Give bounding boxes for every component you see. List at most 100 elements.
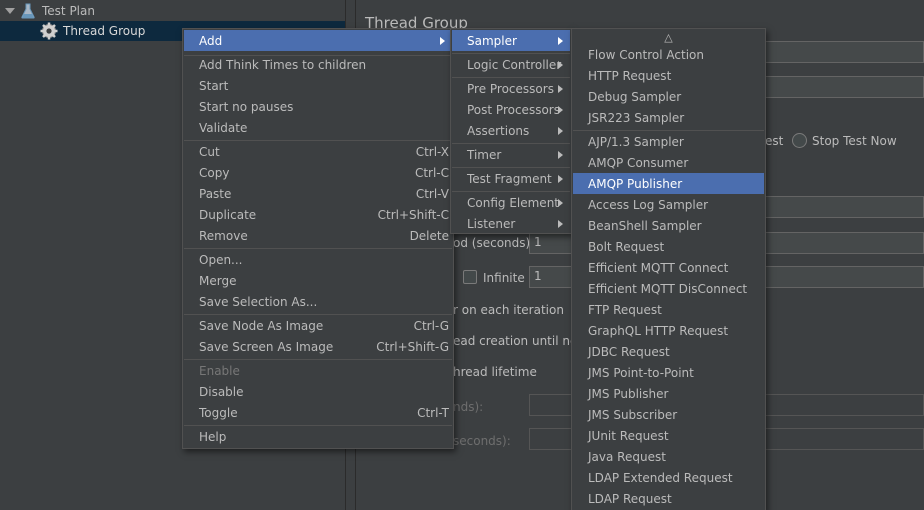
sampler-item-jms-subscriber[interactable]: JMS Subscriber: [573, 404, 764, 425]
shortcut-label: Delete: [409, 228, 449, 243]
menu-item-label: AMQP Publisher: [588, 176, 683, 191]
menu-item-label: LDAP Extended Request: [588, 470, 733, 485]
sampler-item-access-log-sampler[interactable]: Access Log Sampler: [573, 194, 764, 215]
menu-item-paste[interactable]: Paste Ctrl-V: [184, 183, 452, 204]
menu-item-merge[interactable]: Merge: [184, 270, 452, 291]
menu-item-add[interactable]: Add: [184, 30, 452, 51]
menu-item-label: JSR223 Sampler: [588, 110, 685, 125]
sampler-item-jsr223-sampler[interactable]: JSR223 Sampler: [573, 107, 764, 128]
menu-item-label: Efficient MQTT DisConnect: [588, 281, 748, 296]
submenu-arrow-icon: [440, 36, 445, 45]
menu-item-label: LDAP Request: [588, 491, 672, 506]
menu-item-label: Assertions: [467, 123, 530, 138]
menu-item-label: Start: [199, 78, 229, 93]
sampler-item-jdbc-request[interactable]: JDBC Request: [573, 341, 764, 362]
sampler-item-ldap-request[interactable]: LDAP Request: [573, 488, 764, 509]
submenu-arrow-icon: [558, 150, 563, 159]
menu-item-cut[interactable]: Cut Ctrl-X: [184, 141, 452, 162]
tree-label-test-plan: Test Plan: [42, 4, 95, 18]
infinite-label: Infinite: [483, 271, 525, 285]
menu-item-label: GraphQL HTTP Request: [588, 323, 729, 338]
menu-item-save-selection[interactable]: Save Selection As...: [184, 291, 452, 312]
sampler-item-ftp-request[interactable]: FTP Request: [573, 299, 764, 320]
menu-item-label: Save Selection As...: [199, 294, 318, 309]
menu-item-label: Disable: [199, 384, 244, 399]
menu-item-help[interactable]: Help: [184, 426, 452, 447]
stop-test-radio-label: est: [765, 134, 784, 148]
sampler-item-graphql-http-request[interactable]: GraphQL HTTP Request: [573, 320, 764, 341]
menu-item-label: Start no pauses: [199, 99, 294, 114]
sampler-item-ldap-extended-request[interactable]: LDAP Extended Request: [573, 467, 764, 488]
tree-node-test-plan[interactable]: Test Plan: [0, 1, 345, 21]
submenu-arrow-icon: [558, 105, 563, 114]
menu-item-label: JMS Point-to-Point: [588, 365, 694, 380]
shortcut-label: Ctrl-G: [413, 318, 449, 333]
sampler-item-amqp-consumer[interactable]: AMQP Consumer: [573, 152, 764, 173]
menu-item-label: JMS Publisher: [588, 386, 669, 401]
menu-item-start[interactable]: Start: [184, 75, 452, 96]
sampler-item-ajp-sampler[interactable]: AJP/1.3 Sampler: [573, 131, 764, 152]
menu-item-label: Open...: [199, 252, 243, 267]
submenu-item-config-element[interactable]: Config Element: [452, 192, 570, 213]
shortcut-label: Ctrl+Shift-G: [376, 339, 449, 354]
menu-item-label: Duplicate: [199, 207, 257, 222]
sampler-item-bolt-request[interactable]: Bolt Request: [573, 236, 764, 257]
menu-item-remove[interactable]: Remove Delete: [184, 225, 452, 246]
sampler-item-http-request[interactable]: HTTP Request: [573, 65, 764, 86]
sampler-item-jms-publisher[interactable]: JMS Publisher: [573, 383, 764, 404]
menu-item-save-screen-image[interactable]: Save Screen As Image Ctrl+Shift-G: [184, 336, 452, 357]
menu-item-save-node-image[interactable]: Save Node As Image Ctrl-G: [184, 315, 452, 336]
menu-item-copy[interactable]: Copy Ctrl-C: [184, 162, 452, 183]
sampler-item-amqp-publisher[interactable]: AMQP Publisher: [573, 173, 764, 194]
context-menu: Add Add Think Times to children Start St…: [182, 28, 454, 449]
sampler-item-jms-point-to-point[interactable]: JMS Point-to-Point: [573, 362, 764, 383]
ramp-up-label: od (seconds):: [453, 236, 535, 250]
menu-item-validate[interactable]: Validate: [184, 117, 452, 138]
submenu-arrow-icon: [558, 36, 563, 45]
shortcut-label: Ctrl-C: [414, 165, 449, 180]
submenu-item-assertions[interactable]: Assertions: [452, 120, 570, 141]
submenu-item-test-fragment[interactable]: Test Fragment: [452, 168, 570, 189]
expand-arrow-icon[interactable]: [5, 8, 15, 14]
menu-item-open[interactable]: Open...: [184, 249, 452, 270]
submenu-item-timer[interactable]: Timer: [452, 144, 570, 165]
sampler-item-efficient-mqtt-connect[interactable]: Efficient MQTT Connect: [573, 257, 764, 278]
flask-icon: [21, 3, 35, 19]
sampler-item-flow-control-action[interactable]: Flow Control Action: [573, 44, 764, 65]
menu-item-label: Remove: [199, 228, 248, 243]
scroll-up-glyph: △: [664, 30, 673, 44]
shortcut-label: Ctrl-V: [415, 186, 449, 201]
startup-delay-label: seconds):: [453, 434, 511, 448]
menu-item-label: Logic Controller: [467, 57, 562, 72]
menu-item-label: Timer: [467, 147, 502, 162]
submenu-item-pre-processors[interactable]: Pre Processors: [452, 78, 570, 99]
scroll-up-arrow-icon[interactable]: △: [573, 29, 764, 45]
menu-item-duplicate[interactable]: Duplicate Ctrl+Shift-C: [184, 204, 452, 225]
submenu-item-logic-controller[interactable]: Logic Controller: [452, 54, 570, 75]
menu-item-enable: Enable: [184, 360, 452, 381]
sampler-item-beanshell-sampler[interactable]: BeanShell Sampler: [573, 215, 764, 236]
menu-item-disable[interactable]: Disable: [184, 381, 452, 402]
sampler-item-junit-request[interactable]: JUnit Request: [573, 425, 764, 446]
menu-item-toggle[interactable]: Toggle Ctrl-T: [184, 402, 452, 423]
menu-item-label: Listener: [467, 216, 516, 231]
menu-item-label: JDBC Request: [588, 344, 670, 359]
submenu-item-sampler[interactable]: Sampler: [452, 30, 570, 51]
menu-item-label: Save Screen As Image: [199, 339, 334, 354]
submenu-item-listener[interactable]: Listener: [452, 213, 570, 234]
stop-test-now-radio[interactable]: [792, 133, 807, 148]
sampler-item-java-request[interactable]: Java Request: [573, 446, 764, 467]
menu-item-start-no-pauses[interactable]: Start no pauses: [184, 96, 452, 117]
menu-item-label: Flow Control Action: [588, 47, 704, 62]
menu-item-label: Merge: [199, 273, 237, 288]
submenu-item-post-processors[interactable]: Post Processors: [452, 99, 570, 120]
infinite-checkbox[interactable]: [463, 270, 477, 284]
menu-item-label: Bolt Request: [588, 239, 665, 254]
thread-lifetime-label: hread lifetime: [453, 365, 537, 379]
sampler-item-efficient-mqtt-disconnect[interactable]: Efficient MQTT DisConnect: [573, 278, 764, 299]
menu-item-label: AJP/1.3 Sampler: [588, 134, 684, 149]
menu-item-label: AMQP Consumer: [588, 155, 689, 170]
menu-item-label: Debug Sampler: [588, 89, 682, 104]
sampler-item-debug-sampler[interactable]: Debug Sampler: [573, 86, 764, 107]
menu-item-add-think-times[interactable]: Add Think Times to children: [184, 54, 452, 75]
